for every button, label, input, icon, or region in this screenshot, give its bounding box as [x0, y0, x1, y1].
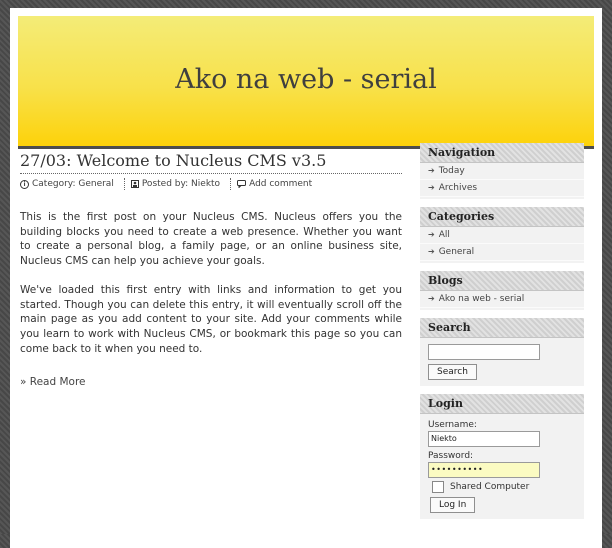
shared-computer-row[interactable]: Shared Computer: [428, 481, 576, 493]
login-title: Login: [420, 394, 584, 414]
arrow-right-icon: ➔: [428, 247, 435, 256]
post-paragraph: This is the first post on your Nucleus C…: [20, 211, 402, 268]
posted-by-link[interactable]: Posted by: Niekto: [142, 179, 220, 189]
category-link[interactable]: Category: General: [32, 179, 114, 189]
category-meta[interactable]: i Category: General: [20, 179, 114, 189]
nav-item-label[interactable]: Archives: [439, 183, 477, 193]
meta-separator: [123, 178, 125, 190]
comment-icon: [237, 180, 247, 188]
category-item-general[interactable]: ➔ General: [420, 244, 584, 261]
blog-item-label[interactable]: Ako na web - serial: [439, 294, 525, 304]
username-field[interactable]: Niekto: [428, 431, 540, 447]
search-box: Search Search: [420, 318, 584, 386]
login-button[interactable]: Log In: [430, 497, 476, 513]
arrow-right-icon: ➔: [428, 294, 435, 303]
post-body: This is the first post on your Nucleus C…: [20, 210, 402, 356]
post-meta: i Category: General Posted by: Niekto Ad…: [20, 177, 402, 191]
author-icon: [130, 180, 139, 188]
comment-meta[interactable]: Add comment: [237, 179, 312, 189]
post-title: 27/03: Welcome to Nucleus CMS v3.5: [20, 151, 402, 174]
search-input[interactable]: [428, 344, 540, 360]
nav-item-label[interactable]: Today: [439, 166, 465, 176]
site-header: Ako na web - serial: [18, 16, 594, 149]
arrow-right-icon: ➔: [428, 183, 435, 192]
category-item-all[interactable]: ➔ All: [420, 227, 584, 244]
arrow-right-icon: ➔: [428, 166, 435, 175]
category-item-label[interactable]: General: [439, 247, 474, 257]
author-meta[interactable]: Posted by: Niekto: [130, 179, 220, 189]
navigation-box: Navigation ➔ Today ➔ Archives: [420, 143, 584, 199]
sidebar: Navigation ➔ Today ➔ Archives Categories ➔…: [420, 143, 584, 527]
password-label: Password:: [428, 451, 474, 461]
login-box: Login Username: Niekto Password: •••••••…: [420, 394, 584, 519]
nav-item-archives[interactable]: ➔ Archives: [420, 180, 584, 197]
blog-item[interactable]: ➔ Ako na web - serial: [420, 291, 584, 308]
categories-box: Categories ➔ All ➔ General: [420, 207, 584, 263]
category-item-label[interactable]: All: [439, 230, 450, 240]
shared-computer-label: Shared Computer: [450, 482, 530, 492]
main-content: 27/03: Welcome to Nucleus CMS v3.5 i Cat…: [20, 151, 402, 389]
meta-separator: [230, 178, 232, 190]
blogs-title: Blogs: [420, 271, 584, 291]
read-more-link[interactable]: » Read More: [20, 376, 86, 388]
search-title: Search: [420, 318, 584, 338]
password-field[interactable]: ••••••••••: [428, 462, 540, 478]
add-comment-link[interactable]: Add comment: [249, 179, 312, 189]
shared-computer-checkbox[interactable]: [432, 481, 444, 493]
post-paragraph: We've loaded this first entry with links…: [20, 283, 402, 355]
info-icon: i: [20, 179, 29, 189]
nav-item-today[interactable]: ➔ Today: [420, 163, 584, 180]
navigation-title: Navigation: [420, 143, 584, 163]
site-title[interactable]: Ako na web - serial: [175, 64, 437, 95]
username-label: Username:: [428, 420, 477, 430]
arrow-right-icon: ➔: [428, 230, 435, 239]
search-button[interactable]: Search: [428, 364, 477, 380]
categories-title: Categories: [420, 207, 584, 227]
blogs-box: Blogs ➔ Ako na web - serial: [420, 271, 584, 310]
